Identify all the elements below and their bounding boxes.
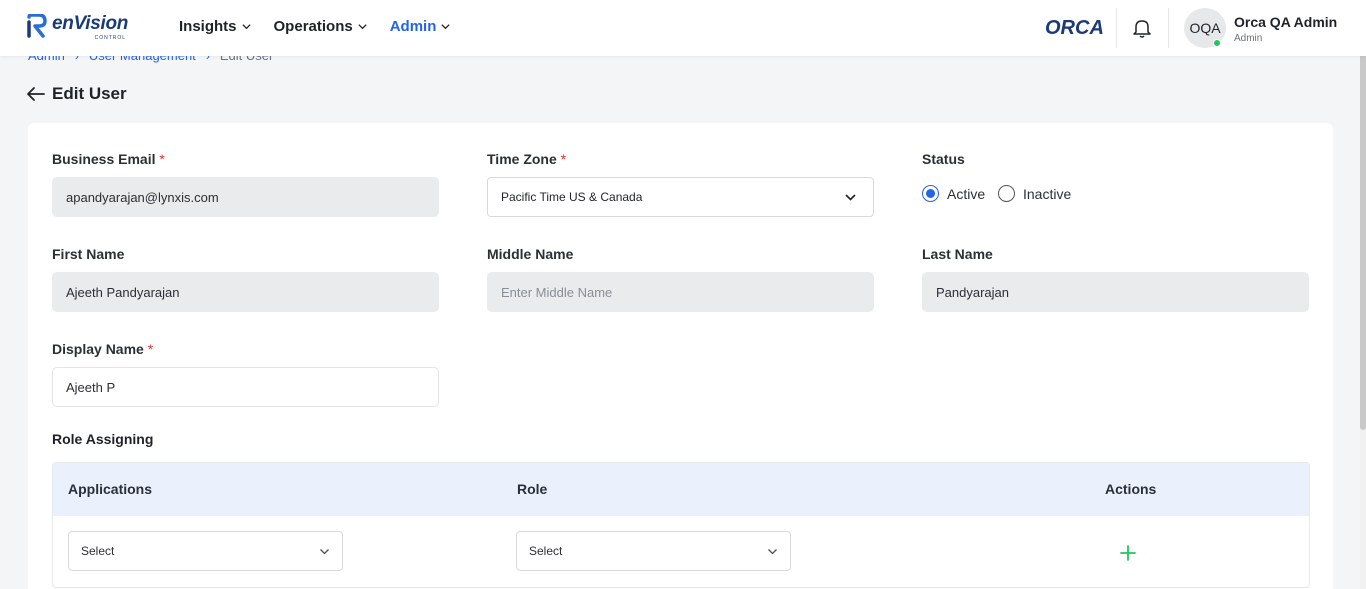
- time-zone-value: Pacific Time US & Canada: [501, 190, 643, 204]
- radio-active-label[interactable]: Active: [947, 186, 985, 202]
- chevron-down-icon: [845, 194, 856, 201]
- envision-logo-icon: [27, 14, 47, 38]
- display-name-label: Display Name *: [52, 341, 153, 357]
- role-assigning-title: Role Assigning: [52, 431, 154, 447]
- first-name-field[interactable]: Ajeeth Pandyarajan: [52, 272, 439, 312]
- column-actions: Actions: [1105, 481, 1157, 497]
- nav-operations[interactable]: Operations: [274, 18, 368, 35]
- nav-insights[interactable]: Insights: [179, 18, 252, 35]
- page-scrollbar[interactable]: [1360, 0, 1366, 589]
- status-radio-active[interactable]: Active: [922, 185, 985, 202]
- chevron-down-icon: [320, 549, 329, 555]
- logo-subtitle: CONTROL: [94, 35, 127, 41]
- user-role: Admin: [1234, 33, 1263, 44]
- orca-brand-logo[interactable]: ORCA: [1045, 17, 1104, 40]
- envision-logo[interactable]: enVision CONTROL: [26, 13, 129, 41]
- last-name-label: Last Name: [922, 246, 993, 262]
- radio-inactive-label[interactable]: Inactive: [1023, 186, 1071, 202]
- nav-operations-label: Operations: [273, 18, 353, 35]
- column-role: Role: [517, 481, 548, 497]
- required-mark: *: [560, 151, 567, 167]
- nav-insights-label: Insights: [179, 18, 237, 35]
- time-zone-select[interactable]: Pacific Time US & Canada: [487, 177, 874, 217]
- chevron-down-icon: [768, 549, 777, 555]
- role-select-value: Select: [529, 544, 563, 558]
- user-name[interactable]: Orca QA Admin: [1234, 14, 1337, 30]
- online-status-dot: [1213, 39, 1221, 47]
- business-email-label: Business Email *: [52, 151, 165, 167]
- last-name-field[interactable]: Pandyarajan: [922, 272, 1309, 312]
- page-title: Edit User: [26, 84, 127, 104]
- radio-inactive[interactable]: [998, 185, 1015, 202]
- back-arrow-icon[interactable]: [26, 85, 46, 103]
- business-email-label-text: Business Email: [52, 151, 156, 167]
- display-name-label-text: Display Name: [52, 341, 144, 357]
- application-select[interactable]: Select: [68, 531, 343, 571]
- top-navigation-bar: enVision CONTROL Insights Operations Adm…: [0, 0, 1366, 56]
- header-divider: [1116, 8, 1117, 48]
- main-nav: Insights Operations Admin: [179, 18, 473, 35]
- role-table-header: Applications Role Actions: [53, 463, 1309, 516]
- page-title-text: Edit User: [52, 84, 127, 103]
- role-assigning-table: Applications Role Actions Select Select: [52, 462, 1310, 588]
- role-select[interactable]: Select: [516, 531, 791, 571]
- logo-wordmark: enVision: [52, 13, 129, 34]
- nav-admin[interactable]: Admin: [390, 18, 452, 35]
- header-divider: [1168, 8, 1169, 48]
- display-name-field[interactable]: Ajeeth P: [52, 367, 439, 407]
- column-applications: Applications: [68, 481, 153, 497]
- chevron-down-icon: [241, 24, 251, 30]
- scrollbar-thumb[interactable]: [1360, 20, 1366, 430]
- edit-user-card: Business Email * apandyarajan@lynxis.com…: [28, 123, 1333, 589]
- notification-bell-icon[interactable]: [1131, 17, 1153, 39]
- application-select-value: Select: [81, 544, 115, 558]
- time-zone-label-text: Time Zone: [487, 151, 557, 167]
- nav-admin-label: Admin: [389, 18, 437, 35]
- status-label: Status: [922, 151, 965, 167]
- middle-name-label: Middle Name: [487, 246, 574, 262]
- radio-active[interactable]: [922, 185, 939, 202]
- middle-name-field[interactable]: Enter Middle Name: [487, 272, 874, 312]
- chevron-down-icon: [358, 24, 367, 30]
- status-radio-inactive[interactable]: Inactive: [998, 185, 1071, 202]
- business-email-field[interactable]: apandyarajan@lynxis.com: [52, 177, 439, 217]
- first-name-label: First Name: [52, 246, 125, 262]
- required-mark: *: [159, 151, 165, 167]
- time-zone-label: Time Zone *: [487, 151, 566, 167]
- add-row-plus-icon[interactable]: [1120, 545, 1136, 561]
- required-mark: *: [147, 341, 154, 357]
- chevron-down-icon: [441, 24, 450, 30]
